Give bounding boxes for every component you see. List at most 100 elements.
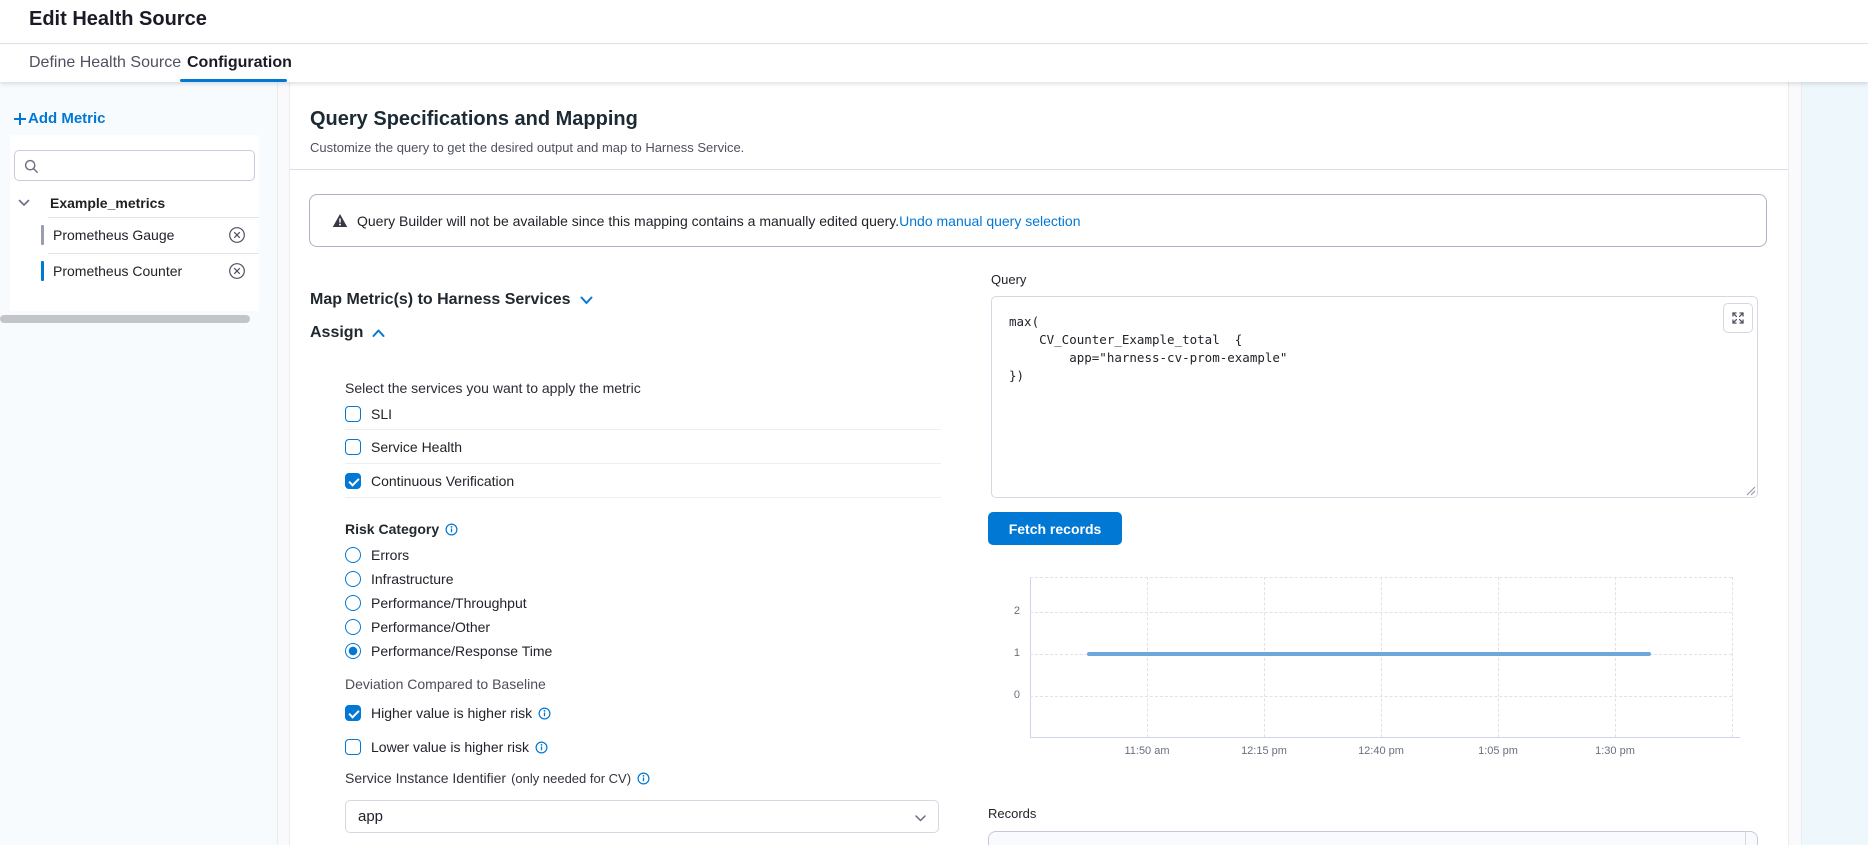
add-metric-label: Add Metric: [28, 110, 106, 127]
warning-icon: [332, 213, 348, 228]
radio-row-performance-other[interactable]: Performance/Other: [345, 615, 490, 639]
checkbox-row-higher-value[interactable]: Higher value is higher risk: [345, 701, 551, 725]
tab-configuration[interactable]: Configuration: [187, 44, 292, 82]
expand-query-button[interactable]: [1723, 303, 1753, 333]
divider: [48, 253, 259, 254]
y-axis-tick-label: 0: [994, 689, 1020, 701]
metric-item-prometheus-gauge[interactable]: Prometheus Gauge: [10, 220, 259, 250]
checkbox[interactable]: [345, 406, 361, 422]
resize-handle-icon[interactable]: [1744, 484, 1756, 496]
divider: [345, 429, 941, 430]
checkbox-label: Continuous Verification: [371, 473, 514, 489]
sii-text: Service Instance Identifier: [345, 770, 506, 786]
risk-category-label: Risk Category: [345, 521, 458, 537]
tab-bar: Define Health Source Configuration: [0, 44, 1868, 82]
records-scrollbar-track: [1745, 832, 1746, 845]
metric-group-label: Example_metrics: [50, 195, 165, 211]
y-axis-tick-label: 2: [994, 605, 1020, 617]
remove-metric-icon[interactable]: [228, 226, 246, 244]
info-icon[interactable]: [445, 523, 458, 536]
checkbox[interactable]: [345, 439, 361, 455]
radio-row-infrastructure[interactable]: Infrastructure: [345, 567, 453, 591]
checkbox-label: Higher value is higher risk: [371, 705, 532, 721]
horizontal-scrollbar[interactable]: [0, 315, 250, 323]
undo-manual-query-link[interactable]: Undo manual query selection: [899, 213, 1080, 229]
checkbox[interactable]: [345, 739, 361, 755]
section-title: Query Specifications and Mapping: [310, 108, 638, 131]
checkbox-row-sli[interactable]: SLI: [345, 402, 392, 426]
deviation-label: Deviation Compared to Baseline: [345, 676, 546, 692]
active-tab-underline: [180, 79, 287, 82]
radio-row-performance-response-time[interactable]: Performance/Response Time: [345, 639, 552, 663]
x-axis-tick-label: 12:15 pm: [1224, 745, 1304, 757]
fetch-records-button[interactable]: Fetch records: [988, 512, 1122, 545]
assign-section-header[interactable]: Assign: [310, 324, 385, 342]
query-text[interactable]: max( CV_Counter_Example_total { app="har…: [1009, 313, 1287, 385]
radio-button[interactable]: [345, 619, 361, 635]
info-icon[interactable]: [538, 707, 551, 720]
divider: [48, 217, 259, 218]
records-panel: [988, 831, 1758, 845]
dropdown-value: app: [358, 808, 383, 825]
query-label: Query: [991, 272, 1026, 287]
radio-row-errors[interactable]: Errors: [345, 543, 409, 567]
records-label: Records: [988, 806, 1036, 821]
radio-button[interactable]: [345, 571, 361, 587]
x-axis-tick-label: 1:05 pm: [1458, 745, 1538, 757]
query-editor[interactable]: max( CV_Counter_Example_total { app="har…: [991, 296, 1758, 498]
sii-subtext: (only needed for CV): [511, 771, 631, 786]
divider: [345, 497, 941, 498]
search-input[interactable]: [45, 152, 245, 179]
service-instance-dropdown[interactable]: app: [345, 800, 939, 833]
sidebar-scrollbar-track[interactable]: [277, 82, 290, 845]
radio-label: Performance/Response Time: [371, 643, 552, 659]
divider: [290, 169, 1788, 170]
chevron-down-icon: [18, 199, 30, 207]
radio-label: Performance/Throughput: [371, 595, 527, 611]
metric-item-label: Prometheus Counter: [53, 263, 182, 279]
radio-button[interactable]: [345, 643, 361, 659]
checkbox[interactable]: [345, 473, 361, 489]
metric-status-bar: [41, 225, 44, 245]
timeseries-chart: 21011:50 am12:15 pm12:40 pm1:05 pm1:30 p…: [1024, 568, 1740, 768]
map-metrics-section-header[interactable]: Map Metric(s) to Harness Services: [310, 291, 593, 309]
checkbox-label: Service Health: [371, 439, 462, 455]
add-metric-button[interactable]: Add Metric: [14, 110, 106, 127]
chevron-down-icon: [580, 296, 593, 305]
x-axis-tick-label: 1:30 pm: [1575, 745, 1655, 757]
chevron-down-icon: [915, 815, 926, 822]
warning-text: Query Builder will not be available sinc…: [357, 213, 899, 229]
checkbox-label: Lower value is higher risk: [371, 739, 529, 755]
radio-row-performance-throughput[interactable]: Performance/Throughput: [345, 591, 527, 615]
y-axis-tick-label: 1: [994, 647, 1020, 659]
metric-item-label: Prometheus Gauge: [53, 227, 174, 243]
gridline: [1381, 577, 1382, 737]
x-axis-tick-label: 11:50 am: [1107, 745, 1187, 757]
info-icon[interactable]: [535, 741, 548, 754]
radio-label: Performance/Other: [371, 619, 490, 635]
assign-label: Assign: [310, 324, 363, 342]
series-line: [1087, 652, 1651, 656]
edit-health-source-page: Edit Health Source Define Health Source …: [0, 0, 1868, 845]
main-scrollbar-track[interactable]: [1788, 82, 1802, 845]
metric-item-prometheus-counter[interactable]: Prometheus Counter: [10, 256, 259, 286]
page-title: Edit Health Source: [29, 8, 207, 31]
gridline: [1615, 577, 1616, 737]
info-icon[interactable]: [637, 772, 650, 785]
checkbox-row-lower-value[interactable]: Lower value is higher risk: [345, 735, 548, 759]
x-axis-tick-label: 12:40 pm: [1341, 745, 1421, 757]
metric-group-row[interactable]: Example_metrics: [10, 190, 259, 218]
tab-define-health-source[interactable]: Define Health Source: [29, 44, 181, 82]
checkbox[interactable]: [345, 705, 361, 721]
radio-button[interactable]: [345, 547, 361, 563]
checkbox-row-continuous-verification[interactable]: Continuous Verification: [345, 469, 514, 493]
gridline: [1498, 577, 1499, 737]
metric-search[interactable]: [14, 150, 255, 181]
checkbox-row-service-health[interactable]: Service Health: [345, 435, 462, 459]
radio-button[interactable]: [345, 595, 361, 611]
gridline: [1264, 577, 1265, 737]
remove-metric-icon[interactable]: [228, 262, 246, 280]
y-axis-line: [1030, 577, 1031, 737]
service-instance-identifier-label: Service Instance Identifier (only needed…: [345, 770, 650, 786]
divider: [345, 463, 941, 464]
